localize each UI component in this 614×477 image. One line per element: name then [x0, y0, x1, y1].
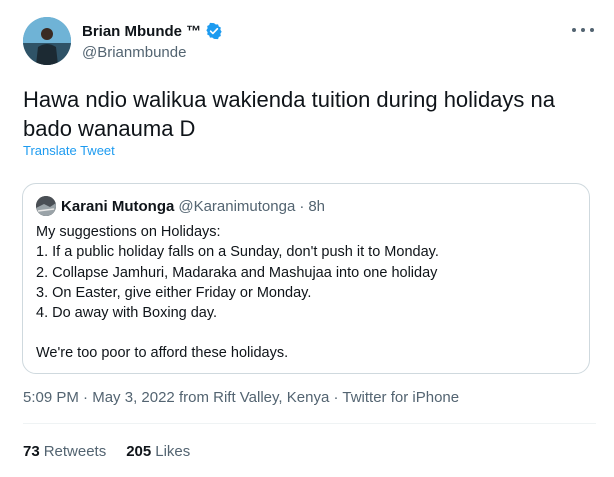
quoted-line: My suggestions on Holidays:	[36, 224, 221, 240]
dot	[581, 28, 585, 32]
tweet-meta: 5:09 PM · May 3, 2022 from Rift Valley, …	[23, 389, 459, 406]
quoted-line: 2. Collapse Jamhuri, Madaraka and Mashuj…	[36, 264, 438, 281]
author-block: Brian Mbunde ™ @Brianmbunde	[82, 21, 223, 61]
dot	[572, 28, 576, 32]
quoted-tweet[interactable]: Karani Mutonga @Karanimutonga · 8h My su…	[22, 183, 590, 374]
separator-dot: ·	[83, 389, 93, 406]
tweet-client[interactable]: Twitter for iPhone	[342, 389, 459, 406]
dot	[590, 28, 594, 32]
likes-label: Likes	[155, 443, 191, 460]
quoted-tweet-header: Karani Mutonga @Karanimutonga · 8h	[36, 196, 325, 216]
translate-tweet-link[interactable]: Translate Tweet	[23, 143, 115, 158]
quoted-avatar-image	[36, 196, 56, 216]
author-name-row: Brian Mbunde ™	[82, 21, 223, 41]
verified-badge-icon	[206, 22, 222, 40]
author-avatar[interactable]	[23, 17, 71, 65]
likes-stat[interactable]: 205 Likes	[126, 443, 190, 460]
quoted-line: 3. On Easter, give either Friday or Mond…	[36, 284, 312, 301]
tweet-date[interactable]: May 3, 2022	[92, 389, 175, 406]
quoted-author-handle: @Karanimutonga	[178, 197, 296, 215]
retweets-count: 73	[23, 443, 40, 460]
quoted-line: 1. If a public holiday falls on a Sunday…	[36, 244, 439, 261]
quoted-author-name: Karani Mutonga	[61, 197, 175, 215]
tweet-time[interactable]: 5:09 PM	[23, 389, 79, 406]
author-handle[interactable]: @Brianmbunde	[82, 44, 223, 61]
quoted-author-avatar	[36, 196, 56, 216]
separator-dot: ·	[299, 197, 305, 215]
quoted-line: 4. Do away with Boxing day.	[36, 305, 218, 322]
tweet-stats: 73 Retweets 205 Likes	[23, 443, 210, 460]
quoted-tweet-time: 8h	[308, 197, 325, 215]
more-options-icon[interactable]	[572, 22, 594, 38]
retweets-label: Retweets	[43, 443, 107, 460]
divider	[23, 423, 596, 424]
author-name[interactable]: Brian Mbunde ™	[82, 23, 201, 40]
tweet-location: from Rift Valley, Kenya	[178, 389, 330, 406]
likes-count: 205	[126, 443, 152, 460]
quoted-closing-line: We're too poor to afford these holidays.	[36, 345, 289, 362]
tweet-text: Hawa ndio walikua wakienda tuition durin…	[23, 87, 555, 141]
quoted-tweet-body: My suggestions on Holidays: 1. If a publ…	[36, 222, 439, 364]
retweets-stat[interactable]: 73 Retweets	[23, 443, 106, 460]
tweet-card: Brian Mbunde ™ @Brianmbunde Hawa ndio wa…	[0, 0, 614, 477]
avatar-image	[23, 17, 71, 65]
